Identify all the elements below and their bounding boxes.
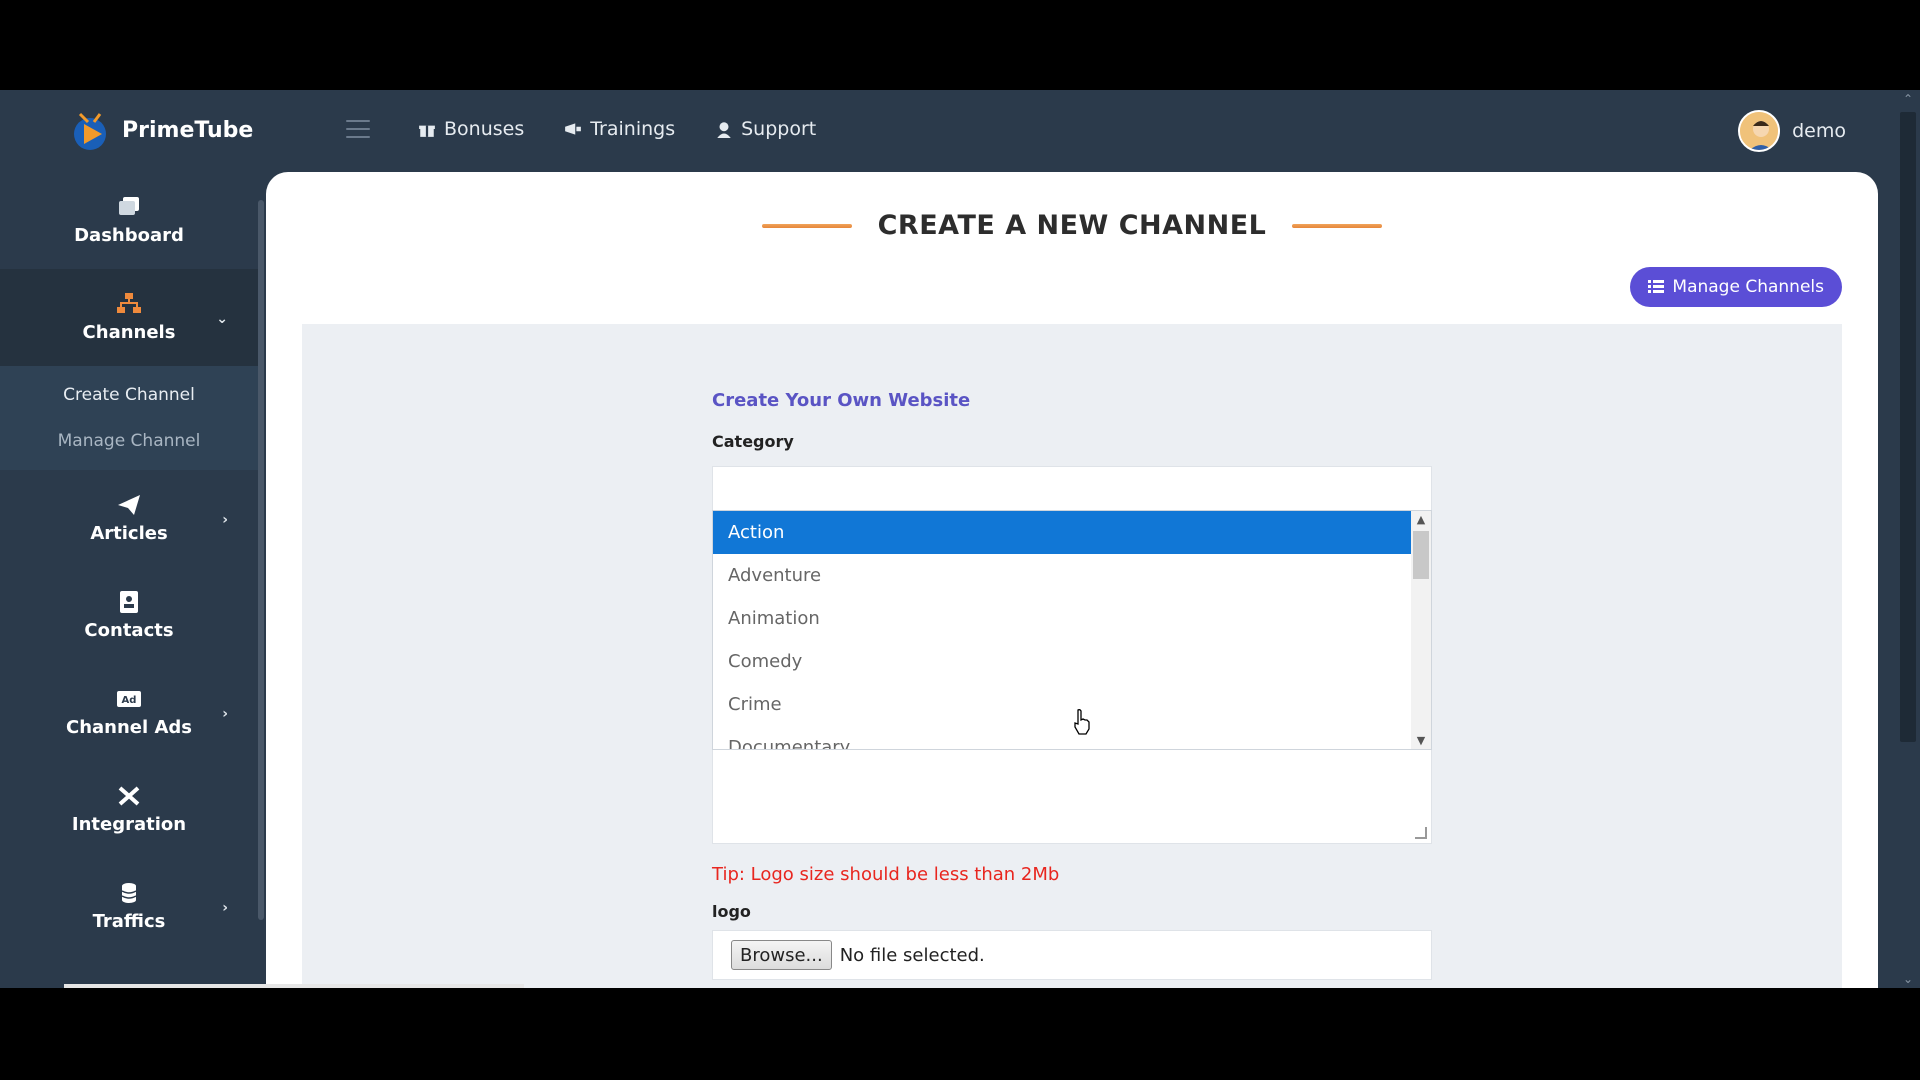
menu-toggle-icon[interactable] <box>346 120 370 138</box>
mouse-cursor-icon <box>1074 709 1090 735</box>
option-crime[interactable]: Crime <box>713 683 1413 726</box>
dashboard-icon <box>119 197 139 215</box>
page-title: CREATE A NEW CHANNEL <box>877 210 1267 241</box>
logo-text: PrimeTube <box>122 117 254 143</box>
sidebar-item-channels[interactable]: Channels ⌄ <box>0 269 258 366</box>
logo-size-tip: Tip: Logo size should be less than 2Mb <box>712 864 1060 885</box>
nav-support[interactable]: Support <box>715 118 816 140</box>
title-divider-left <box>761 223 852 228</box>
form-title: Create Your Own Website <box>712 390 971 411</box>
user-name: demo <box>1792 120 1846 142</box>
description-textarea[interactable] <box>712 750 1432 844</box>
top-nav: Bonuses Trainings Support <box>418 118 816 140</box>
list-icon <box>1648 280 1665 293</box>
sidebar-item-traffics[interactable]: Traffics › <box>0 858 258 955</box>
contact-card-icon <box>120 591 138 613</box>
form-panel: Create Your Own Website Category Action … <box>302 324 1842 988</box>
dropdown-scroll-thumb[interactable] <box>1413 531 1429 579</box>
tools-icon <box>118 786 140 806</box>
scroll-up-icon[interactable]: ⌃ <box>1896 92 1920 106</box>
ad-icon: Ad <box>117 691 141 707</box>
sidebar-item-contacts[interactable]: Contacts <box>0 567 258 664</box>
user-menu[interactable]: demo <box>1738 110 1846 152</box>
scroll-down-icon[interactable]: ⌄ <box>1896 972 1920 986</box>
svg-text:Ad: Ad <box>122 695 137 706</box>
option-animation[interactable]: Animation <box>713 597 1413 640</box>
chevron-right-icon: › <box>222 512 228 528</box>
scroll-up-icon[interactable]: ▲ <box>1411 513 1431 526</box>
option-action[interactable]: Action <box>713 511 1413 554</box>
window-scroll-thumb[interactable] <box>1900 112 1916 742</box>
avatar <box>1738 110 1781 152</box>
title-divider-right <box>1292 223 1383 228</box>
sidebar-item-channel-ads[interactable]: Ad Channel Ads › <box>0 664 258 761</box>
logo-file-input[interactable]: Browse... No file selected. <box>712 930 1432 980</box>
resize-handle-icon[interactable] <box>1415 827 1427 839</box>
main-content: CREATE A NEW CHANNEL Manage Channels Cre… <box>266 172 1878 988</box>
sidebar-item-integration[interactable]: Integration <box>0 761 258 858</box>
sidebar: Dashboard Channels ⌄ Create Channel Mana… <box>0 172 258 988</box>
channels-submenu: Create Channel Manage Channel <box>0 366 258 470</box>
sitemap-icon <box>117 293 141 313</box>
chevron-down-icon: ⌄ <box>216 311 228 327</box>
sidebar-item-articles[interactable]: Articles › <box>0 470 258 567</box>
app-window: PrimeTube Bonuses Trainings Support demo… <box>0 90 1920 988</box>
sidebar-subitem-manage-channel[interactable]: Manage Channel <box>0 418 258 464</box>
logo[interactable]: PrimeTube <box>70 108 253 152</box>
dropdown-scrollbar[interactable]: ▲ ▼ <box>1411 511 1431 749</box>
horizontal-scrollbar[interactable] <box>64 984 524 988</box>
option-adventure[interactable]: Adventure <box>713 554 1413 597</box>
logo-label: logo <box>712 902 751 921</box>
sidebar-item-dashboard[interactable]: Dashboard <box>0 172 258 269</box>
option-comedy[interactable]: Comedy <box>713 640 1413 683</box>
category-select[interactable] <box>712 466 1432 512</box>
gift-icon <box>419 125 435 137</box>
top-bar: PrimeTube Bonuses Trainings Support demo <box>0 90 1896 172</box>
nav-trainings[interactable]: Trainings <box>564 118 675 140</box>
window-scrollbar[interactable]: ⌃ ⌄ <box>1896 90 1920 988</box>
category-label: Category <box>712 432 794 451</box>
chevron-right-icon: › <box>222 900 228 916</box>
megaphone-icon <box>565 123 582 135</box>
page-title-row: CREATE A NEW CHANNEL <box>266 210 1878 241</box>
option-documentary[interactable]: Documentary <box>713 726 1413 749</box>
browse-button[interactable]: Browse... <box>731 940 832 970</box>
nav-bonuses[interactable]: Bonuses <box>418 118 524 140</box>
sidebar-scrollbar[interactable] <box>258 200 264 920</box>
scroll-down-icon[interactable]: ▼ <box>1411 734 1431 747</box>
support-icon <box>717 122 731 138</box>
chevron-right-icon: › <box>222 706 228 722</box>
database-icon <box>121 883 137 903</box>
manage-channels-button[interactable]: Manage Channels <box>1630 267 1842 307</box>
logo-icon <box>70 108 114 152</box>
paper-plane-icon <box>118 495 140 515</box>
sidebar-subitem-create-channel[interactable]: Create Channel <box>0 372 258 418</box>
file-status: No file selected. <box>839 944 985 966</box>
